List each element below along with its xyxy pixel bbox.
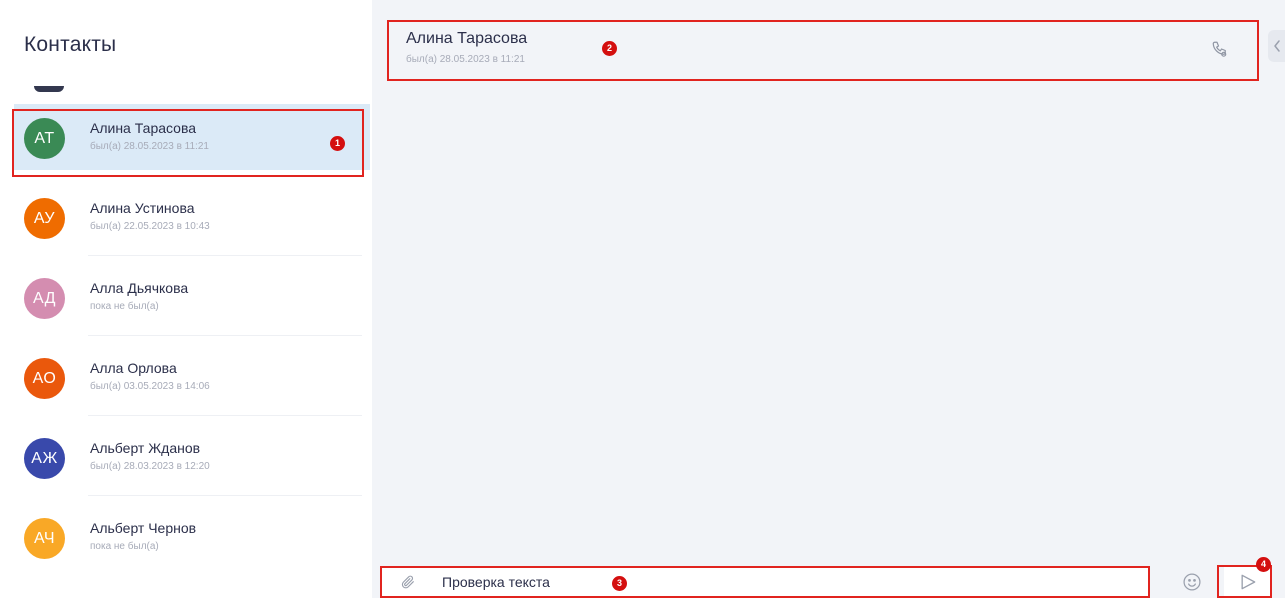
messenger-app: Контакты АТ Алина Тарасова был(а) 28.05.… bbox=[0, 0, 1285, 598]
chat-area: Алина Тарасова был(а) 28.05.2023 в 11:21 bbox=[372, 0, 1285, 598]
send-icon bbox=[1241, 574, 1256, 589]
phone-icon[interactable] bbox=[1211, 40, 1229, 58]
smiley-icon[interactable] bbox=[1182, 572, 1202, 592]
chat-contact-name: Алина Тарасова bbox=[406, 30, 528, 47]
contact-status: был(а) 03.05.2023 в 14:06 bbox=[90, 381, 210, 392]
divider bbox=[88, 415, 362, 416]
contact-status: был(а) 28.03.2023 в 12:20 bbox=[90, 461, 210, 472]
message-input[interactable] bbox=[442, 570, 1002, 594]
divider bbox=[88, 255, 362, 256]
contact-item[interactable]: АЖ Альберт Жданов был(а) 28.03.2023 в 12… bbox=[14, 424, 370, 496]
avatar: АЖ bbox=[24, 438, 65, 479]
message-composer bbox=[380, 566, 1150, 598]
contact-item-selected[interactable]: АТ Алина Тарасова был(а) 28.05.2023 в 11… bbox=[14, 104, 370, 170]
contacts-sidebar: Контакты АТ Алина Тарасова был(а) 28.05.… bbox=[0, 0, 372, 598]
contact-item[interactable]: АО Алла Орлова был(а) 03.05.2023 в 14:06 bbox=[14, 344, 370, 416]
contact-name: Алина Тарасова bbox=[90, 120, 197, 136]
chevron-left-icon bbox=[1273, 40, 1280, 52]
divider bbox=[88, 495, 362, 496]
contact-item[interactable]: АД Алла Дьячкова пока не был(а) bbox=[14, 264, 370, 336]
partial-avatar bbox=[34, 86, 64, 92]
contact-item[interactable]: АУ Алина Устинова был(а) 22.05.2023 в 10… bbox=[14, 184, 370, 256]
avatar: АЧ bbox=[24, 518, 65, 559]
contact-name: Альберт Жданов bbox=[90, 440, 201, 456]
avatar: АТ bbox=[24, 118, 65, 159]
divider bbox=[88, 335, 362, 336]
chat-header: Алина Тарасова был(а) 28.05.2023 в 11:21 bbox=[372, 0, 1285, 80]
avatar: АУ bbox=[24, 198, 65, 239]
contact-status: был(а) 22.05.2023 в 10:43 bbox=[90, 221, 210, 232]
avatar: АД bbox=[24, 278, 65, 319]
contact-name: Алла Орлова bbox=[90, 360, 177, 376]
contact-name: Альберт Чернов bbox=[90, 520, 197, 536]
chat-contact-status: был(а) 28.05.2023 в 11:21 bbox=[406, 54, 525, 65]
collapse-panel-button[interactable] bbox=[1268, 30, 1285, 62]
contact-name: Алина Устинова bbox=[90, 200, 195, 216]
contact-status: пока не был(а) bbox=[90, 301, 159, 312]
contact-name: Алла Дьячкова bbox=[90, 280, 189, 296]
send-button[interactable] bbox=[1224, 565, 1272, 598]
avatar: АО bbox=[24, 358, 65, 399]
contact-status: пока не был(а) bbox=[90, 541, 159, 552]
contact-item[interactable]: АЧ Альберт Чернов пока не был(а) bbox=[14, 504, 370, 570]
contact-status: был(а) 28.05.2023 в 11:21 bbox=[90, 141, 209, 152]
sidebar-title: Контакты bbox=[24, 33, 117, 56]
paperclip-icon[interactable] bbox=[400, 574, 416, 590]
